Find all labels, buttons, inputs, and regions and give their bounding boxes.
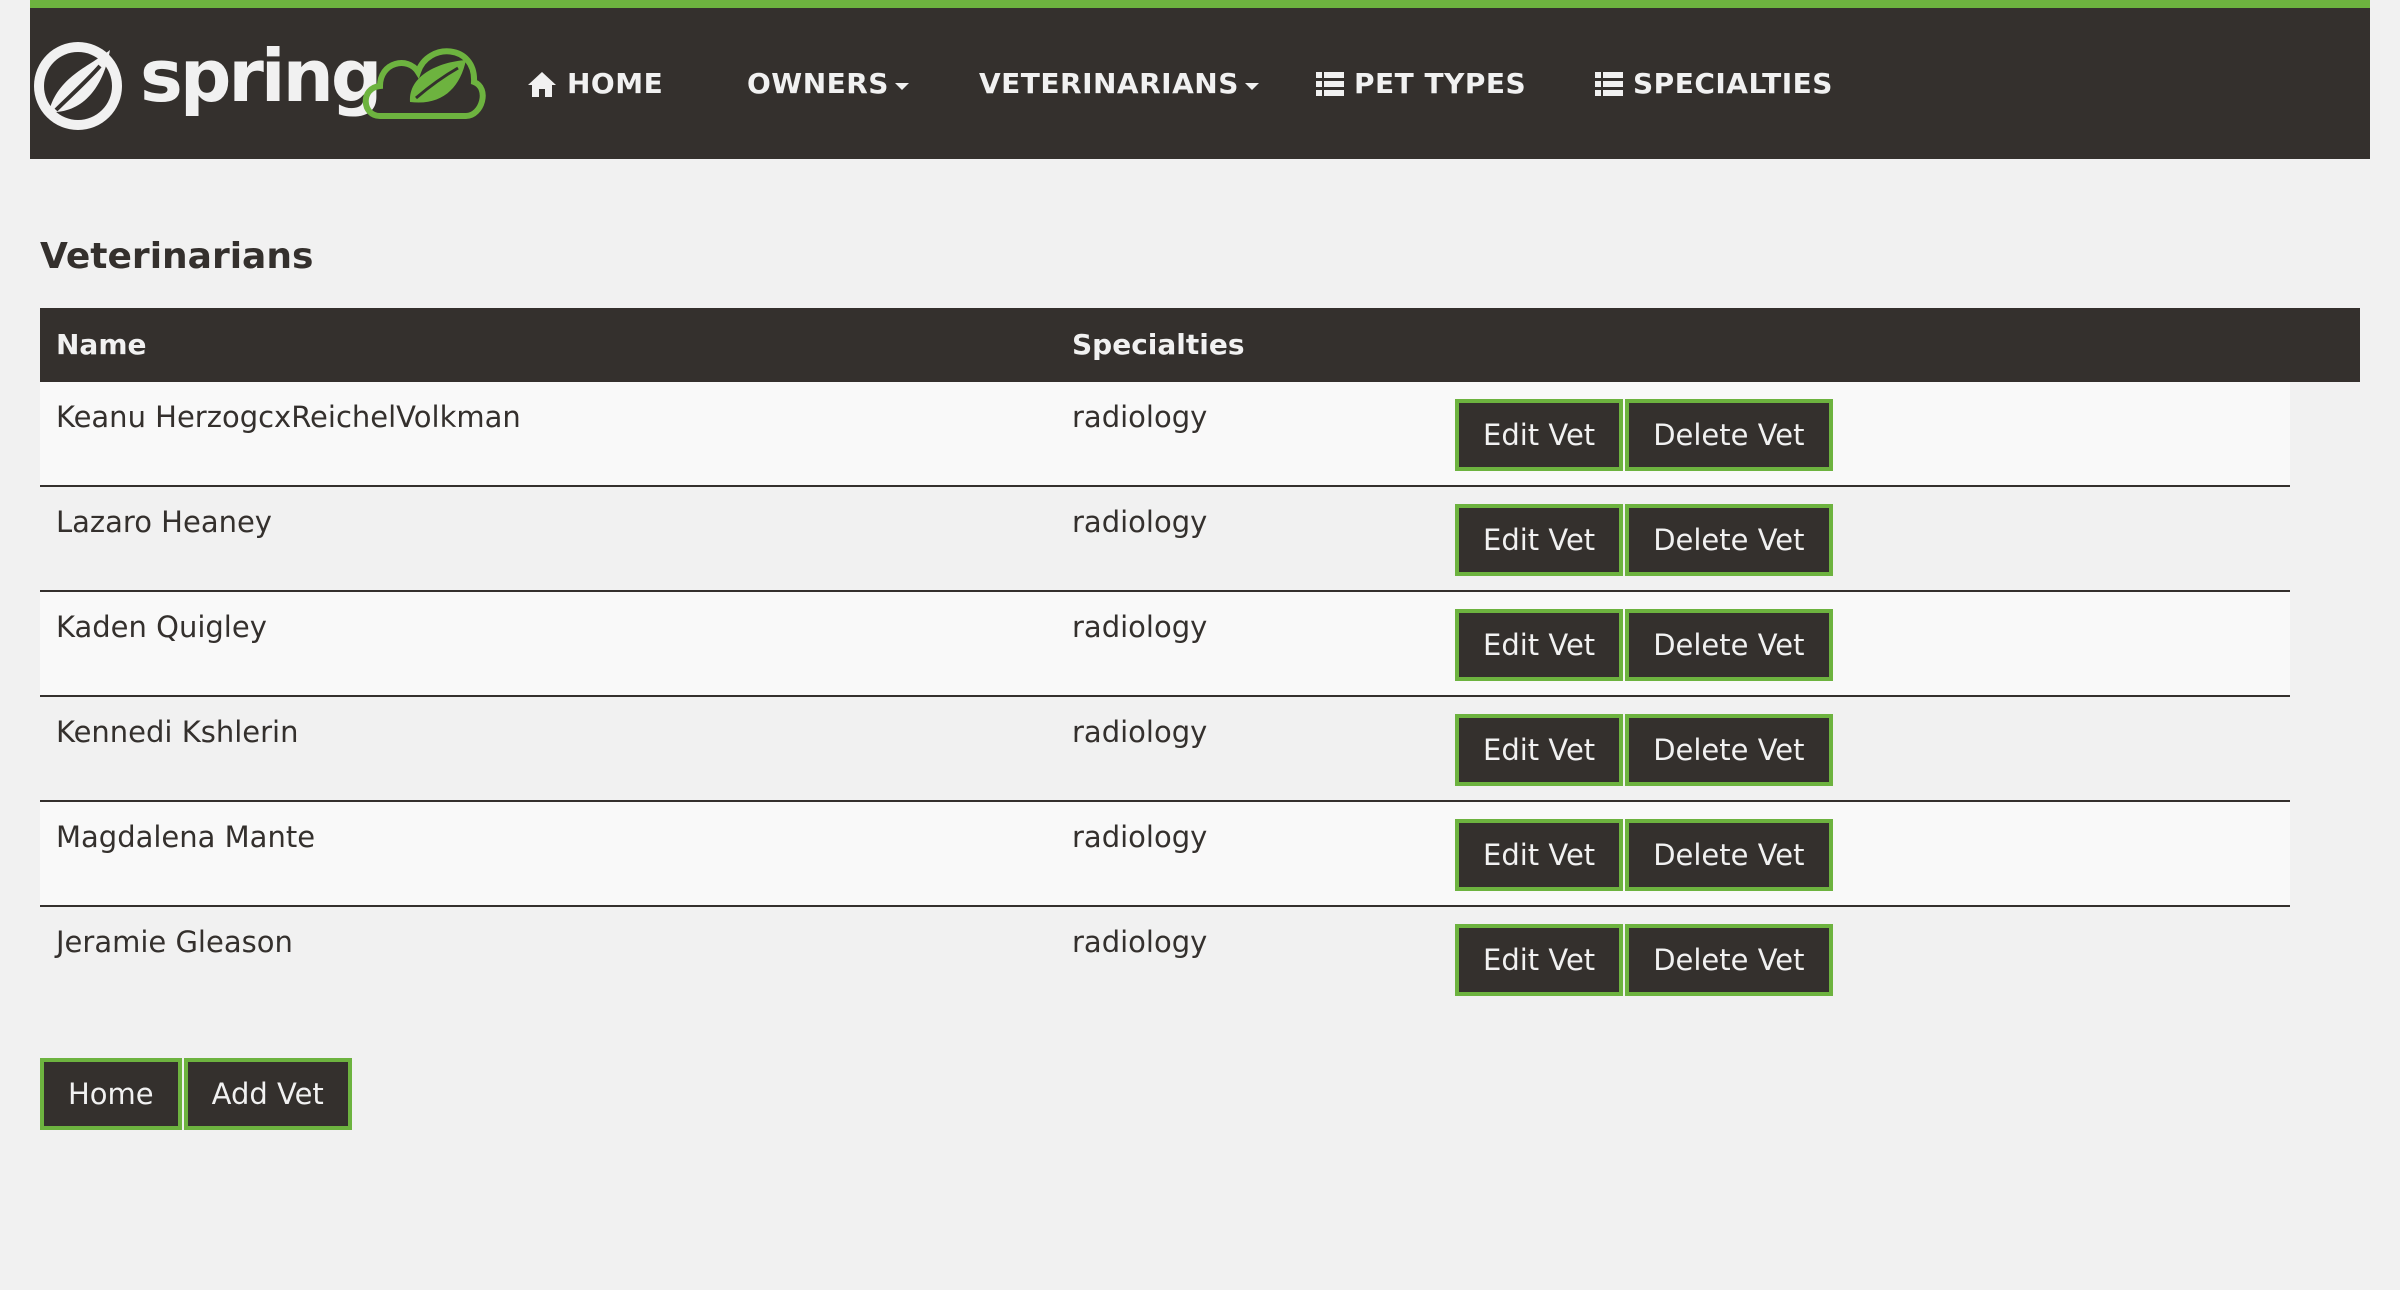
table-row: Jeramie Gleason radiology Edit Vet Delet… <box>40 907 2290 1012</box>
edit-vet-button[interactable]: Edit Vet <box>1455 819 1624 891</box>
vet-name: Keanu HerzogcxReichelVolkman <box>56 400 521 434</box>
edit-vet-button[interactable]: Edit Vet <box>1455 399 1624 471</box>
spring-leaf-icon <box>34 42 122 130</box>
vet-name: Lazaro Heaney <box>56 505 272 539</box>
delete-vet-button[interactable]: Delete Vet <box>1625 399 1833 471</box>
home-icon <box>527 70 557 98</box>
list-icon <box>1595 71 1623 97</box>
column-header-name: Name <box>56 328 147 361</box>
brand-name: spring <box>140 34 382 118</box>
edit-vet-button[interactable]: Edit Vet <box>1455 504 1624 576</box>
nav-pet-types-label: PET TYPES <box>1354 67 1527 100</box>
delete-vet-button[interactable]: Delete Vet <box>1625 924 1833 996</box>
edit-vet-button[interactable]: Edit Vet <box>1455 714 1624 786</box>
column-header-specialties: Specialties <box>1072 328 1245 361</box>
add-vet-button[interactable]: Add Vet <box>183 1058 352 1130</box>
vet-name: Kennedi Kshlerin <box>56 715 299 749</box>
vet-specialty: radiology <box>1072 820 1208 854</box>
nav-specialties[interactable]: SPECIALTIES <box>1595 8 1833 159</box>
page-actions: Home Add Vet <box>40 1058 352 1130</box>
vet-specialty: radiology <box>1072 925 1208 959</box>
nav-owners-label: OWNERS <box>747 67 889 100</box>
edit-vet-button[interactable]: Edit Vet <box>1455 924 1624 996</box>
vets-table-body: Keanu HerzogcxReichelVolkman radiology E… <box>40 382 2290 1012</box>
cloud-leaf-icon <box>362 48 486 119</box>
home-button[interactable]: Home <box>40 1058 182 1130</box>
spring-logo[interactable]: spring <box>30 28 490 138</box>
vet-name: Magdalena Mante <box>56 820 316 854</box>
edit-vet-button[interactable]: Edit Vet <box>1455 609 1624 681</box>
vet-name: Jeramie Gleason <box>56 925 293 959</box>
vet-name: Kaden Quigley <box>56 610 267 644</box>
table-row: Keanu HerzogcxReichelVolkman radiology E… <box>40 382 2290 487</box>
nav-home-label: HOME <box>567 67 664 100</box>
list-icon <box>1316 71 1344 97</box>
delete-vet-button[interactable]: Delete Vet <box>1625 609 1833 681</box>
nav-home[interactable]: HOME <box>527 8 663 159</box>
delete-vet-button[interactable]: Delete Vet <box>1625 714 1833 786</box>
vet-specialty: radiology <box>1072 610 1208 644</box>
table-row: Kaden Quigley radiology Edit Vet Delete … <box>40 592 2290 697</box>
nav-veterinarians[interactable]: VETERINARIANS <box>979 8 1259 159</box>
table-row: Magdalena Mante radiology Edit Vet Delet… <box>40 802 2290 907</box>
vet-specialty: radiology <box>1072 505 1208 539</box>
nav-pet-types[interactable]: PET TYPES <box>1316 8 1526 159</box>
nav-specialties-label: SPECIALTIES <box>1633 67 1833 100</box>
vet-specialty: radiology <box>1072 715 1208 749</box>
table-row: Kennedi Kshlerin radiology Edit Vet Dele… <box>40 697 2290 802</box>
caret-down-icon <box>1244 83 1259 90</box>
vet-specialty: radiology <box>1072 400 1208 434</box>
nav-owners[interactable]: OWNERS <box>747 8 909 159</box>
delete-vet-button[interactable]: Delete Vet <box>1625 819 1833 891</box>
delete-vet-button[interactable]: Delete Vet <box>1625 504 1833 576</box>
nav-veterinarians-label: VETERINARIANS <box>979 67 1239 100</box>
top-navbar: spring HOME OWNERS VETERINARIANS PET TYP… <box>30 0 2370 159</box>
page-title: Veterinarians <box>40 236 314 277</box>
table-row: Lazaro Heaney radiology Edit Vet Delete … <box>40 487 2290 592</box>
table-header: Name Specialties <box>40 308 2360 382</box>
caret-down-icon <box>894 83 909 90</box>
